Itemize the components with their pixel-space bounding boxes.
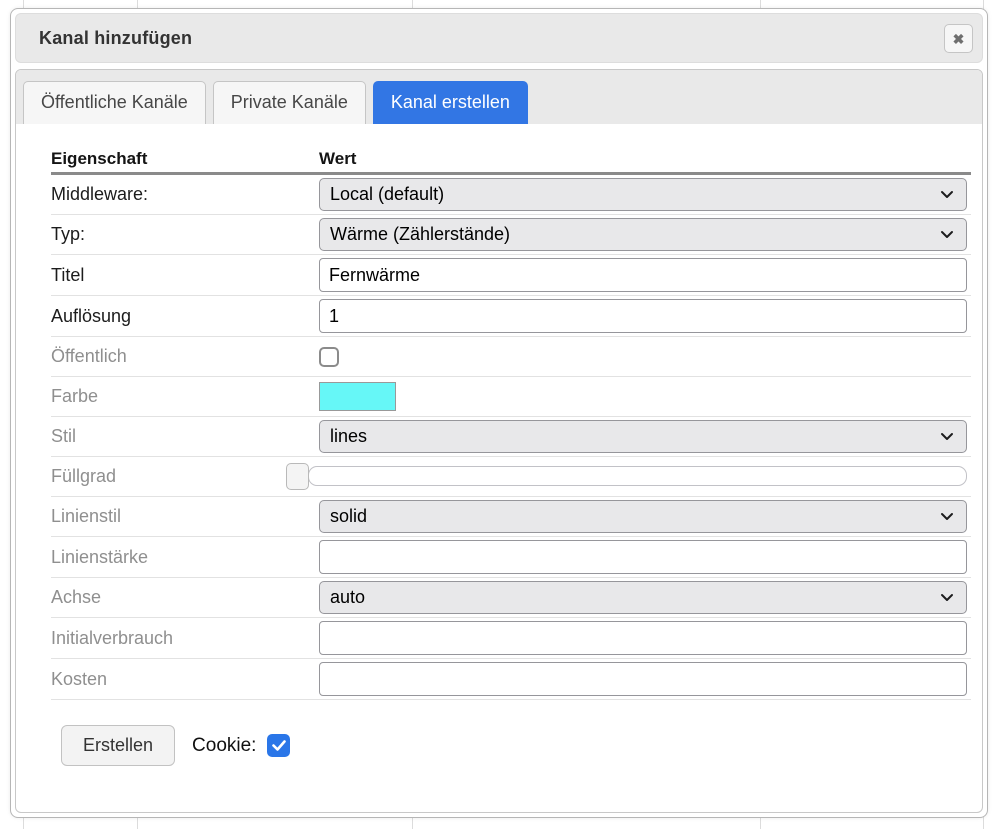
middleware-select[interactable]: Local (default) — [319, 178, 967, 211]
linestyle-select[interactable]: solid — [319, 500, 967, 533]
chevron-down-icon — [940, 190, 954, 199]
chevron-down-icon — [940, 512, 954, 521]
tab-oeffentliche-kanaele[interactable]: Öffentliche Kanäle — [23, 81, 206, 124]
resolution-input[interactable] — [319, 299, 967, 333]
field-label: Stil — [51, 426, 319, 447]
field-label: Typ: — [51, 224, 319, 245]
close-button[interactable]: ✖ — [944, 24, 973, 53]
select-value: lines — [330, 426, 367, 447]
select-value: solid — [330, 506, 367, 527]
tabs-widget: Öffentliche Kanäle Private Kanäle Kanal … — [15, 69, 983, 813]
field-label: Linienstil — [51, 506, 319, 527]
column-header-property: Eigenschaft — [51, 149, 319, 169]
chevron-down-icon — [940, 230, 954, 239]
style-select[interactable]: lines — [319, 420, 967, 453]
field-label: Initialverbrauch — [51, 628, 319, 649]
field-label: Titel — [51, 265, 319, 286]
table-row-titel: Titel — [51, 255, 971, 296]
cookie-label: Cookie: — [192, 735, 256, 757]
table-row-stil: Stil lines — [51, 417, 971, 457]
chevron-down-icon — [940, 593, 954, 602]
slider-handle[interactable] — [286, 463, 309, 490]
field-label: Öffentlich — [51, 346, 319, 367]
cost-input[interactable] — [319, 662, 967, 696]
tab-panel-kanal-erstellen: Eigenschaft Wert Middleware: Local (defa… — [16, 124, 982, 766]
add-channel-dialog: Kanal hinzufügen ✖ Öffentliche Kanäle Pr… — [10, 8, 988, 818]
dialog-titlebar: Kanal hinzufügen ✖ — [15, 13, 983, 63]
table-row-oeffentlich: Öffentlich — [51, 337, 971, 377]
table-row-typ: Typ: Wärme (Zählerstände) — [51, 215, 971, 255]
color-swatch[interactable] — [319, 382, 396, 411]
check-icon — [272, 740, 286, 751]
dialog-title: Kanal hinzufügen — [39, 28, 192, 49]
form-actions: Erstellen Cookie: — [61, 725, 971, 766]
page-background: Kanal hinzufügen ✖ Öffentliche Kanäle Pr… — [0, 0, 1000, 829]
table-row-achse: Achse auto — [51, 578, 971, 618]
slider-track[interactable] — [308, 466, 967, 486]
initial-consumption-input[interactable] — [319, 621, 967, 655]
field-label: Linienstärke — [51, 547, 319, 568]
field-label: Füllgrad — [51, 466, 319, 487]
type-select[interactable]: Wärme (Zählerstände) — [319, 218, 967, 251]
table-row-linienstaerke: Linienstärke — [51, 537, 971, 578]
tab-strip: Öffentliche Kanäle Private Kanäle Kanal … — [16, 70, 982, 124]
linewidth-input[interactable] — [319, 540, 967, 574]
public-checkbox[interactable] — [319, 347, 339, 367]
select-value: Wärme (Zählerstände) — [330, 224, 510, 245]
table-row-initialverbrauch: Initialverbrauch — [51, 618, 971, 659]
table-row-kosten: Kosten — [51, 659, 971, 700]
title-input[interactable] — [319, 258, 967, 292]
tab-kanal-erstellen[interactable]: Kanal erstellen — [373, 81, 528, 124]
property-table: Eigenschaft Wert Middleware: Local (defa… — [51, 146, 971, 766]
field-label: Middleware: — [51, 184, 319, 205]
select-value: auto — [330, 587, 365, 608]
table-header-row: Eigenschaft Wert — [51, 146, 971, 175]
create-button[interactable]: Erstellen — [61, 725, 175, 766]
field-label: Farbe — [51, 386, 319, 407]
close-icon: ✖ — [953, 32, 965, 46]
select-value: Local (default) — [330, 184, 444, 205]
axis-select[interactable]: auto — [319, 581, 967, 614]
field-label: Auflösung — [51, 306, 319, 327]
cookie-checkbox[interactable] — [267, 734, 290, 757]
table-row-aufloesung: Auflösung — [51, 296, 971, 337]
table-row-fuellgrad: Füllgrad — [51, 457, 971, 497]
field-label: Kosten — [51, 669, 319, 690]
table-row-middleware: Middleware: Local (default) — [51, 175, 971, 215]
column-header-value: Wert — [319, 149, 971, 169]
table-row-linienstil: Linienstil solid — [51, 497, 971, 537]
fill-slider — [319, 463, 967, 490]
field-label: Achse — [51, 587, 319, 608]
chevron-down-icon — [940, 432, 954, 441]
tab-private-kanaele[interactable]: Private Kanäle — [213, 81, 366, 124]
table-row-farbe: Farbe — [51, 377, 971, 417]
